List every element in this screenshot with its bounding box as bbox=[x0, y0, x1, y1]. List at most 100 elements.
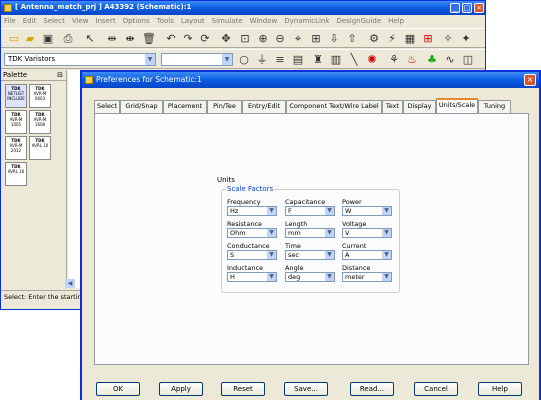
distance-select[interactable]: meter ▼ bbox=[342, 272, 392, 282]
current-select[interactable]: A ▼ bbox=[342, 250, 392, 260]
chevron-down-icon[interactable]: ▼ bbox=[382, 251, 391, 259]
chevron-down-icon[interactable]: ▼ bbox=[267, 207, 276, 215]
ok-button[interactable]: OK bbox=[96, 382, 140, 396]
minimize-icon[interactable]: _ bbox=[450, 3, 460, 13]
app-titlebar[interactable]: [ Antenna_match_prj ] A43392 (Schematic)… bbox=[1, 1, 485, 15]
menu-view[interactable]: View bbox=[69, 15, 93, 25]
grid-icon[interactable]: ⊞ bbox=[421, 32, 435, 46]
chevron-down-icon[interactable]: ▼ bbox=[325, 273, 334, 281]
optimize-icon[interactable]: ✧ bbox=[441, 32, 455, 46]
help-button[interactable]: Help bbox=[478, 382, 522, 396]
ground-icon[interactable]: ⏚ bbox=[255, 53, 269, 67]
close-icon[interactable]: × bbox=[474, 3, 484, 13]
chevron-down-icon[interactable]: ▼ bbox=[267, 273, 276, 281]
menu-tools[interactable]: Tools bbox=[154, 15, 178, 25]
marker-icon[interactable]: ♨ bbox=[405, 53, 419, 67]
name-icon[interactable]: ✺ bbox=[365, 53, 379, 67]
new-icon[interactable]: ▭ bbox=[7, 32, 21, 46]
chevron-down-icon[interactable]: ▼ bbox=[267, 229, 276, 237]
menu-select[interactable]: Select bbox=[40, 15, 69, 25]
tab-component-text[interactable]: Component Text/Wire Label bbox=[286, 100, 382, 113]
tab-pin-tee[interactable]: Pin/Tee bbox=[207, 100, 242, 113]
menu-designguide[interactable]: DesignGuide bbox=[333, 15, 385, 25]
delete-icon[interactable]: 🗑 bbox=[142, 32, 156, 46]
zoom-area-icon[interactable]: ⊡ bbox=[238, 32, 252, 46]
chevron-down-icon[interactable]: ▼ bbox=[145, 54, 155, 65]
redo-icon[interactable]: ↷ bbox=[181, 32, 195, 46]
eye-icon[interactable]: ◫ bbox=[461, 53, 475, 67]
tab-units-scale[interactable]: Units/Scale bbox=[436, 98, 478, 113]
frequency-select[interactable]: Hz ▼ bbox=[227, 206, 277, 216]
menu-options[interactable]: Options bbox=[120, 15, 154, 25]
move-icon[interactable]: ✥ bbox=[219, 32, 233, 46]
menu-help[interactable]: Help bbox=[385, 15, 408, 25]
palette-item-avrl-16[interactable]: TDK AVRL 16 bbox=[5, 162, 27, 186]
chevron-down-icon[interactable]: ▼ bbox=[325, 229, 334, 237]
menu-simulate[interactable]: Simulate bbox=[209, 15, 247, 25]
open-folder-icon[interactable]: ▰ bbox=[23, 32, 37, 46]
insert-pin-icon[interactable]: ⇼ bbox=[123, 32, 137, 46]
apply-button[interactable]: Apply bbox=[159, 382, 203, 396]
tab-select[interactable]: Select bbox=[94, 100, 120, 113]
read-button[interactable]: Read... bbox=[350, 382, 394, 396]
magic-icon[interactable]: ✦ bbox=[459, 32, 473, 46]
zoom-pan-icon[interactable]: ⌖ bbox=[291, 32, 305, 46]
menu-file[interactable]: File bbox=[1, 15, 20, 25]
time-select[interactable]: sec ▼ bbox=[285, 250, 335, 260]
data-display-icon[interactable]: ▦ bbox=[403, 32, 417, 46]
component-icon[interactable]: ♜ bbox=[311, 53, 325, 67]
chevron-down-icon[interactable]: ▼ bbox=[325, 207, 334, 215]
power-select[interactable]: W ▼ bbox=[342, 206, 392, 216]
push-hierarchy-icon[interactable]: ⇩ bbox=[327, 32, 341, 46]
tab-tuning[interactable]: Tuning bbox=[478, 100, 511, 113]
capacitance-select[interactable]: F ▼ bbox=[285, 206, 335, 216]
resistance-select[interactable]: Ohm ▼ bbox=[227, 228, 277, 238]
length-select[interactable]: mm ▼ bbox=[285, 228, 335, 238]
save-button[interactable]: Save... bbox=[284, 382, 328, 396]
print-icon[interactable]: ⎙ bbox=[61, 32, 75, 46]
palette-item-avr-m-0603[interactable]: TDK AVR-M 0603 bbox=[29, 84, 51, 108]
component-search-select[interactable]: ▼ bbox=[161, 53, 233, 66]
component-library-select[interactable]: TDK Varistors ▼ bbox=[4, 53, 156, 66]
voltage-select[interactable]: V ▼ bbox=[342, 228, 392, 238]
port-icon[interactable]: ○ bbox=[237, 53, 251, 67]
cancel-button[interactable]: Cancel bbox=[414, 382, 458, 396]
simulate-icon[interactable]: ⚡ bbox=[385, 32, 399, 46]
menu-edit[interactable]: Edit bbox=[20, 15, 41, 25]
close-icon[interactable]: × bbox=[524, 74, 536, 86]
zoom-out-icon[interactable]: ⊖ bbox=[273, 32, 287, 46]
palette-item-netlist[interactable]: TDK NETLIST INCLUDE bbox=[5, 84, 27, 108]
rotate-icon[interactable]: ⟳ bbox=[198, 32, 212, 46]
inductance-select[interactable]: H ▼ bbox=[227, 272, 277, 282]
conductance-select[interactable]: S ▼ bbox=[227, 250, 277, 260]
chevron-down-icon[interactable]: ▼ bbox=[382, 273, 391, 281]
scroll-left-icon[interactable]: ◀ bbox=[65, 279, 75, 288]
insert-wire-icon[interactable]: ⇹ bbox=[105, 32, 119, 46]
pop-hierarchy-icon[interactable]: ⇧ bbox=[345, 32, 359, 46]
tab-entry-edit[interactable]: Entry/Edit bbox=[242, 100, 286, 113]
bus-icon[interactable]: ♣ bbox=[425, 53, 439, 67]
chevron-down-icon[interactable]: ▼ bbox=[382, 229, 391, 237]
tab-display[interactable]: Display bbox=[403, 100, 436, 113]
chevron-down-icon[interactable]: ▼ bbox=[267, 251, 276, 259]
library-icon[interactable]: ▥ bbox=[329, 53, 343, 67]
chevron-down-icon[interactable]: ▼ bbox=[325, 251, 334, 259]
undo-icon[interactable]: ↶ bbox=[164, 32, 178, 46]
menu-layout[interactable]: Layout bbox=[178, 15, 209, 25]
palette-item-avrl-10[interactable]: TDK AVRL 10 bbox=[29, 136, 51, 160]
pointer-icon[interactable]: ↖ bbox=[83, 32, 97, 46]
draw-line-icon[interactable]: ╲ bbox=[347, 53, 361, 67]
tab-text[interactable]: Text bbox=[382, 100, 403, 113]
probe-icon[interactable]: ⚘ bbox=[387, 53, 401, 67]
zoom-in-icon[interactable]: ⊕ bbox=[256, 32, 270, 46]
waveform-icon[interactable]: ∿ bbox=[443, 53, 457, 67]
chevron-down-icon[interactable]: ▼ bbox=[382, 207, 391, 215]
pin-icon[interactable]: ⊟ bbox=[57, 71, 63, 79]
tune-icon[interactable]: ⚙ bbox=[367, 32, 381, 46]
save-icon[interactable]: ▣ bbox=[41, 32, 55, 46]
palette-item-avr-m-1608[interactable]: TDK AVR-M 1608 bbox=[29, 110, 51, 134]
chevron-down-icon[interactable]: ▼ bbox=[222, 54, 232, 65]
view-all-icon[interactable]: ⊞ bbox=[309, 32, 323, 46]
menu-insert[interactable]: Insert bbox=[93, 15, 120, 25]
tab-placement[interactable]: Placement bbox=[163, 100, 207, 113]
